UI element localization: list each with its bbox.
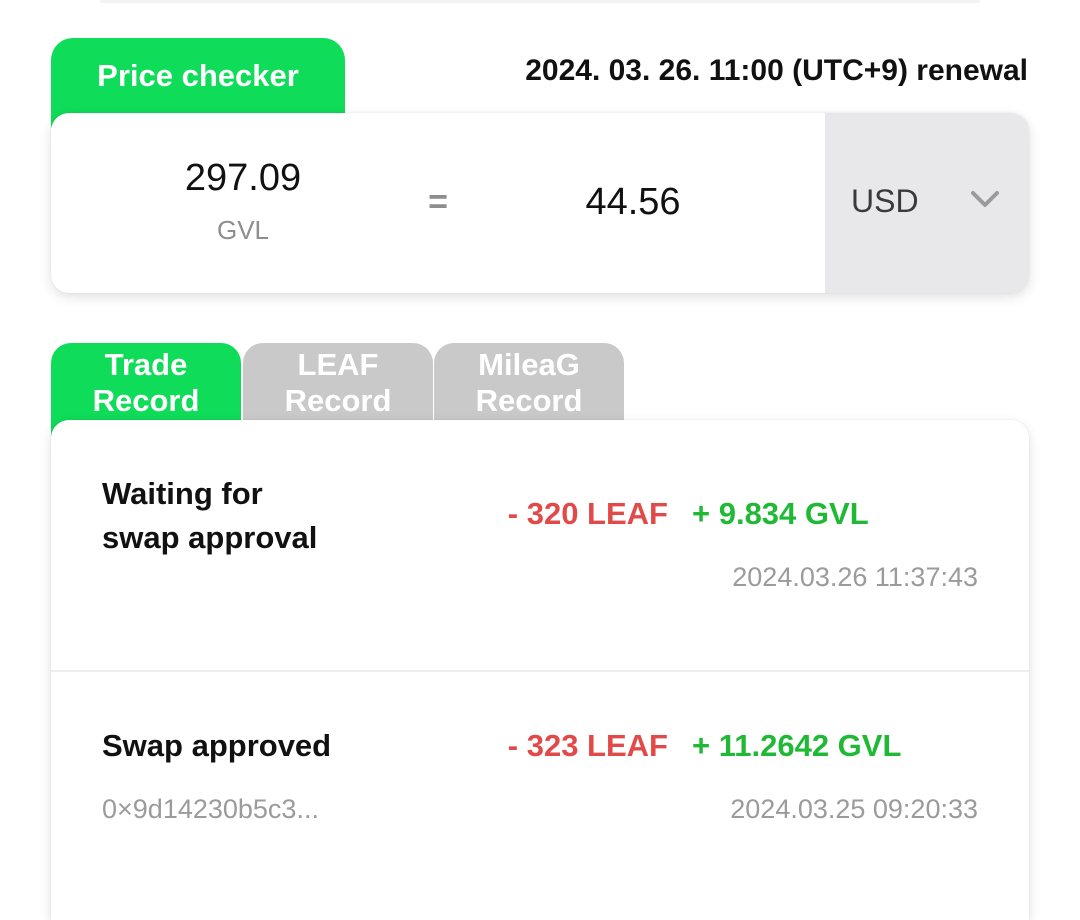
currency-selected-value: USD (851, 183, 919, 219)
renewal-timestamp: 2024. 03. 26. 11:00 (UTC+9) renewal (525, 54, 1028, 87)
tab-trade-record-label: Trade Record (92, 347, 200, 418)
gvl-amount: 297.09 (184, 157, 302, 199)
top-divider (100, 0, 980, 3)
gvl-unit-label: GVL (216, 215, 270, 245)
list-item[interactable]: Waiting for swap approval - 320 LEAF + 9… (51, 420, 1029, 672)
transaction-hash-link[interactable]: 0×9d14230b5c3... (102, 794, 319, 825)
tab-leaf-record-label: LEAF Record (284, 347, 392, 418)
record-status: Waiting for swap approval (102, 476, 318, 555)
list-item[interactable]: Swap approved - 323 LEAF + 11.2642 GVL 0… (51, 672, 1029, 920)
tab-mileag-record-label: MileaG Record (475, 347, 583, 418)
equals-sign: = (428, 183, 448, 221)
record-timestamp: 2024.03.25 09:20:33 (730, 794, 978, 824)
record-timestamp: 2024.03.26 11:37:43 (732, 562, 978, 592)
record-leaf-amount: - 320 LEAF (507, 496, 668, 531)
chevron-down-icon (971, 191, 999, 207)
price-converter-card: 297.09 GVL = 44.56 USD (51, 113, 1029, 293)
record-status: Swap approved (102, 728, 332, 763)
record-gvl-amount: + 11.2642 GVL (692, 728, 902, 763)
trade-records-list: Waiting for swap approval - 320 LEAF + 9… (51, 420, 1029, 920)
record-leaf-amount: - 323 LEAF (507, 728, 668, 763)
record-gvl-amount: + 9.834 GVL (692, 496, 869, 531)
currency-dropdown[interactable]: USD (825, 113, 1029, 293)
converted-amount: 44.56 (585, 181, 681, 223)
price-checker-tab-label: Price checker (97, 58, 299, 93)
